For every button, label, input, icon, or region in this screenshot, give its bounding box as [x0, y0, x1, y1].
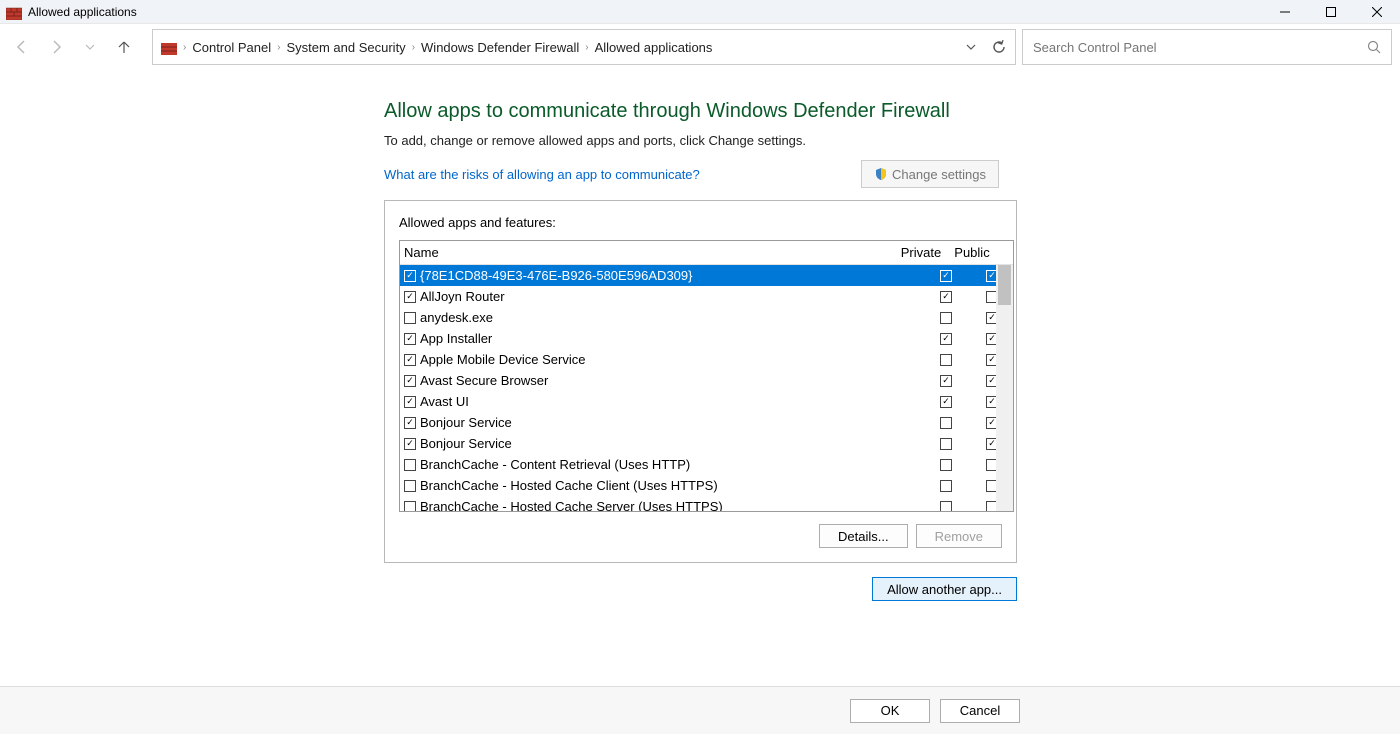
remove-button[interactable]: Remove [916, 524, 1002, 548]
cancel-button[interactable]: Cancel [940, 699, 1020, 723]
private-checkbox[interactable] [940, 291, 952, 303]
app-row[interactable]: BranchCache - Hosted Cache Client (Uses … [400, 475, 1013, 496]
app-name: anydesk.exe [420, 310, 921, 325]
private-checkbox[interactable] [940, 333, 952, 345]
private-checkbox[interactable] [940, 375, 952, 387]
private-checkbox[interactable] [940, 396, 952, 408]
app-name: Bonjour Service [420, 415, 921, 430]
search-icon[interactable] [1367, 40, 1381, 54]
private-checkbox[interactable] [940, 354, 952, 366]
app-name: App Installer [420, 331, 921, 346]
app-row[interactable]: Apple Mobile Device Service [400, 349, 1013, 370]
private-checkbox[interactable] [940, 417, 952, 429]
enable-checkbox[interactable] [404, 354, 416, 366]
private-checkbox[interactable] [940, 501, 952, 512]
firewall-icon [161, 39, 177, 55]
enable-checkbox[interactable] [404, 417, 416, 429]
app-name: Avast Secure Browser [420, 373, 921, 388]
app-name: {78E1CD88-49E3-476E-B926-580E596AD309} [420, 268, 921, 283]
list-header: Name Private Public [400, 241, 1013, 265]
apps-list: Name Private Public {78E1CD88-49E3-476E-… [399, 240, 1014, 512]
refresh-icon[interactable] [991, 39, 1007, 55]
app-name: BranchCache - Content Retrieval (Uses HT… [420, 457, 921, 472]
app-name: AllJoyn Router [420, 289, 921, 304]
chevron-right-icon: › [585, 42, 588, 53]
allow-another-app-button[interactable]: Allow another app... [872, 577, 1017, 601]
private-checkbox[interactable] [940, 459, 952, 471]
footer: OK Cancel [0, 686, 1400, 734]
breadcrumb-item[interactable]: Windows Defender Firewall [421, 40, 579, 55]
column-name[interactable]: Name [400, 245, 894, 260]
change-settings-button[interactable]: Change settings [861, 160, 999, 188]
scrollbar-thumb[interactable] [998, 265, 1011, 305]
chevron-right-icon: › [277, 42, 280, 53]
ok-button[interactable]: OK [850, 699, 930, 723]
box-label: Allowed apps and features: [399, 215, 1014, 230]
chevron-down-icon[interactable] [965, 41, 977, 53]
recent-dropdown[interactable] [76, 33, 104, 61]
scrollbar[interactable] [996, 265, 1013, 511]
firewall-icon [6, 4, 22, 20]
titlebar: Allowed applications [0, 0, 1400, 24]
details-button[interactable]: Details... [819, 524, 908, 548]
app-row[interactable]: BranchCache - Hosted Cache Server (Uses … [400, 496, 1013, 511]
search-box[interactable] [1022, 29, 1392, 65]
navbar: › Control Panel › System and Security › … [0, 24, 1400, 70]
enable-checkbox[interactable] [404, 459, 416, 471]
private-checkbox[interactable] [940, 480, 952, 492]
app-row[interactable]: Avast UI [400, 391, 1013, 412]
app-row[interactable]: BranchCache - Content Retrieval (Uses HT… [400, 454, 1013, 475]
private-checkbox[interactable] [940, 438, 952, 450]
page-subtext: To add, change or remove allowed apps an… [384, 133, 1400, 148]
column-private[interactable]: Private [894, 245, 948, 260]
maximize-button[interactable] [1308, 0, 1354, 24]
up-button[interactable] [110, 33, 138, 61]
app-row[interactable]: App Installer [400, 328, 1013, 349]
breadcrumb-item[interactable]: Control Panel [192, 40, 271, 55]
enable-checkbox[interactable] [404, 312, 416, 324]
app-name: BranchCache - Hosted Cache Client (Uses … [420, 478, 921, 493]
private-checkbox[interactable] [940, 270, 952, 282]
enable-checkbox[interactable] [404, 375, 416, 387]
close-button[interactable] [1354, 0, 1400, 24]
back-button[interactable] [8, 33, 36, 61]
enable-checkbox[interactable] [404, 396, 416, 408]
search-input[interactable] [1033, 40, 1367, 55]
enable-checkbox[interactable] [404, 501, 416, 512]
enable-checkbox[interactable] [404, 333, 416, 345]
column-public[interactable]: Public [948, 245, 996, 260]
minimize-button[interactable] [1262, 0, 1308, 24]
private-checkbox[interactable] [940, 312, 952, 324]
app-row[interactable]: Avast Secure Browser [400, 370, 1013, 391]
enable-checkbox[interactable] [404, 480, 416, 492]
window-title: Allowed applications [28, 5, 1262, 19]
main-content: Allow apps to communicate through Window… [0, 70, 1400, 601]
allowed-apps-box: Allowed apps and features: Name Private … [384, 200, 1017, 563]
page-title: Allow apps to communicate through Window… [384, 100, 1400, 123]
risks-link[interactable]: What are the risks of allowing an app to… [384, 167, 700, 182]
app-name: BranchCache - Hosted Cache Server (Uses … [420, 499, 921, 511]
breadcrumb-item[interactable]: System and Security [286, 40, 405, 55]
app-row[interactable]: Bonjour Service [400, 412, 1013, 433]
enable-checkbox[interactable] [404, 270, 416, 282]
app-row[interactable]: Bonjour Service [400, 433, 1013, 454]
app-name: Apple Mobile Device Service [420, 352, 921, 367]
app-row[interactable]: AllJoyn Router [400, 286, 1013, 307]
chevron-right-icon: › [183, 42, 186, 53]
forward-button[interactable] [42, 33, 70, 61]
app-name: Bonjour Service [420, 436, 921, 451]
app-row[interactable]: anydesk.exe [400, 307, 1013, 328]
change-settings-label: Change settings [892, 167, 986, 182]
enable-checkbox[interactable] [404, 438, 416, 450]
shield-icon [874, 167, 888, 181]
address-bar[interactable]: › Control Panel › System and Security › … [152, 29, 1016, 65]
chevron-right-icon: › [412, 42, 415, 53]
app-row[interactable]: {78E1CD88-49E3-476E-B926-580E596AD309} [400, 265, 1013, 286]
breadcrumb-item[interactable]: Allowed applications [595, 40, 713, 55]
enable-checkbox[interactable] [404, 291, 416, 303]
app-name: Avast UI [420, 394, 921, 409]
